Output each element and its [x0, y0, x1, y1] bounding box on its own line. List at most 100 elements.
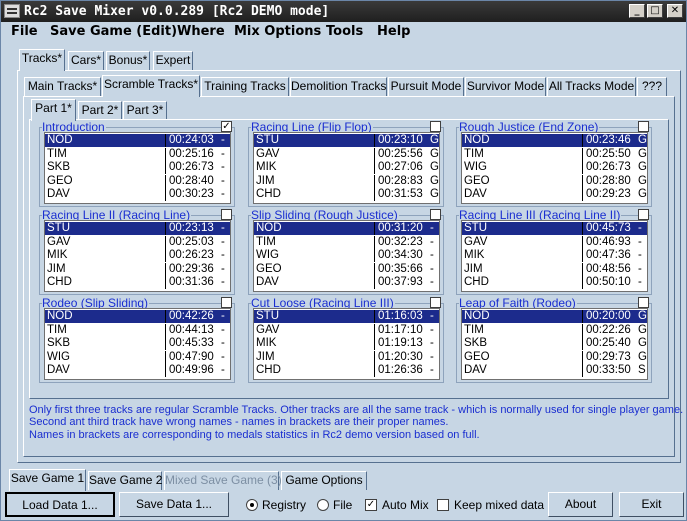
track-group-checkbox[interactable]	[221, 297, 232, 308]
tab-mixed-save-game[interactable]: Mixed Save Game (3)	[164, 471, 282, 490]
tab-training-tracks[interactable]: Training Tracks	[201, 77, 289, 96]
exit-button[interactable]: Exit	[619, 492, 684, 517]
tab-demolition-tracks[interactable]: Demolition Tracks	[290, 77, 387, 96]
list-item[interactable]: NOD 00:20:00 G	[462, 310, 647, 323]
menu-tools[interactable]: Tools	[326, 24, 363, 39]
tab-bonus[interactable]: Bonus*	[106, 51, 150, 70]
list-item[interactable]: MIK 00:26:23-	[45, 249, 230, 263]
list-item[interactable]: JIM 01:20:30-	[254, 350, 439, 364]
track-group-checkbox[interactable]	[430, 121, 441, 132]
tab-part-3[interactable]: Part 3*	[123, 101, 167, 120]
tab-part-1[interactable]: Part 1*	[31, 99, 76, 121]
tab-part-2[interactable]: Part 2*	[78, 101, 122, 120]
load-data-button[interactable]: Load Data 1...	[5, 492, 115, 517]
list-item[interactable]: TIM 00:22:26 G	[462, 323, 647, 337]
tab-all-tracks-mode[interactable]: All Tracks Mode	[547, 77, 636, 96]
list-item[interactable]: GEO 00:35:66-	[254, 262, 439, 276]
list-item[interactable]: DAV 00:29:23 G	[462, 188, 647, 202]
track-group-checkbox[interactable]	[638, 209, 649, 220]
list-item[interactable]: GEO 00:28:40-	[45, 174, 230, 188]
list-item[interactable]: STU 01:16:03-	[254, 310, 439, 323]
maximize-icon[interactable]: □	[647, 4, 663, 18]
tab-pursuit-mode[interactable]: Pursuit Mode	[388, 77, 464, 96]
list-item[interactable]: SKB 00:25:40 G	[462, 337, 647, 351]
menu-help[interactable]: Help	[377, 24, 410, 39]
list-item[interactable]: JIM 00:29:36-	[45, 262, 230, 276]
file-radio[interactable]	[317, 499, 329, 511]
keep-mixed-label[interactable]: Keep mixed data	[454, 498, 544, 512]
times-list[interactable]: STU 01:16:03- GAV 01:17:10- MIK 01:19:13- JIM 0…	[253, 308, 440, 380]
list-item[interactable]: NOD 00:31:20-	[254, 222, 439, 235]
times-list[interactable]: STU 00:23:10 G GAV 00:25:56 G MIK 00:27:06 G JIM 0…	[253, 132, 440, 204]
list-item[interactable]: GAV 01:17:10-	[254, 323, 439, 337]
list-item[interactable]: TIM 00:44:13-	[45, 323, 230, 337]
list-item[interactable]: GAV 00:25:56 G	[254, 147, 439, 161]
list-item[interactable]: DAV 00:30:23-	[45, 188, 230, 202]
tab-unknown[interactable]: ???	[637, 77, 667, 96]
list-item[interactable]: NOD 00:23:46 G	[462, 134, 647, 147]
list-item[interactable]: CHD 00:31:53 G	[254, 188, 439, 202]
list-item[interactable]: WIG 00:26:73 G	[462, 161, 647, 175]
list-item[interactable]: GEO 00:28:80 G	[462, 174, 647, 188]
track-group-checkbox[interactable]	[221, 209, 232, 220]
list-item[interactable]: CHD 00:31:36-	[45, 276, 230, 290]
list-item[interactable]: WIG 00:34:30-	[254, 249, 439, 263]
registry-label[interactable]: Registry	[262, 498, 306, 512]
list-item[interactable]: DAV 00:37:93-	[254, 276, 439, 290]
auto-mix-label[interactable]: Auto Mix	[382, 498, 429, 512]
tab-scramble-tracks[interactable]: Scramble Tracks*	[102, 75, 200, 97]
list-item[interactable]: TIM 00:25:50 G	[462, 147, 647, 161]
track-group-checkbox[interactable]	[430, 297, 441, 308]
list-item[interactable]: STU 00:23:13-	[45, 222, 230, 235]
close-icon[interactable]: ✕	[667, 4, 683, 18]
tab-cars[interactable]: Cars*	[68, 51, 104, 70]
title-bar[interactable]: Rc2 Save Mixer v0.0.289 [Rc2 DEMO mode] …	[1, 1, 686, 22]
app-icon[interactable]	[4, 4, 20, 18]
list-item[interactable]: JIM 00:48:56-	[462, 262, 647, 276]
list-item[interactable]: MIK 00:27:06 G	[254, 161, 439, 175]
list-item[interactable]: NOD 00:24:03-	[45, 134, 230, 147]
auto-mix-checkbox[interactable]: ✓	[365, 499, 377, 511]
list-item[interactable]: CHD 01:26:36-	[254, 364, 439, 378]
tab-survivor-mode[interactable]: Survivor Mode	[465, 77, 546, 96]
menu-mix-options[interactable]: Mix Options	[234, 24, 321, 39]
track-group-checkbox[interactable]: ✓	[221, 121, 232, 132]
times-list[interactable]: NOD 00:23:46 G TIM 00:25:50 G WIG 00:26:73 G GEO 0…	[461, 132, 648, 204]
list-item[interactable]: WIG 00:47:90-	[45, 350, 230, 364]
list-item[interactable]: SKB 00:26:73-	[45, 161, 230, 175]
tab-save-game-2[interactable]: Save Game 2	[88, 471, 162, 490]
list-item[interactable]: NOD 00:42:26-	[45, 310, 230, 323]
times-list[interactable]: STU 00:23:13- GAV 00:25:03- MIK 00:26:23- JIM 0…	[44, 220, 231, 292]
times-list[interactable]: NOD 00:42:26- TIM 00:44:13- SKB 00:45:33- WIG 0…	[44, 308, 231, 380]
list-item[interactable]: GAV 00:46:93-	[462, 235, 647, 249]
list-item[interactable]: SKB 00:45:33-	[45, 337, 230, 351]
list-item[interactable]: DAV 00:33:50 S	[462, 364, 647, 378]
list-item[interactable]: GAV 00:25:03-	[45, 235, 230, 249]
keep-mixed-checkbox[interactable]	[437, 499, 449, 511]
about-button[interactable]: About	[548, 492, 613, 517]
times-list[interactable]: NOD 00:20:00 G TIM 00:22:26 G SKB 00:25:40 G GEO 0…	[461, 308, 648, 380]
list-item[interactable]: MIK 00:47:36-	[462, 249, 647, 263]
track-group-checkbox[interactable]	[638, 297, 649, 308]
registry-radio[interactable]	[246, 499, 258, 511]
track-group-checkbox[interactable]	[638, 121, 649, 132]
save-data-button[interactable]: Save Data 1...	[119, 492, 229, 517]
tab-tracks[interactable]: Tracks*	[19, 49, 65, 71]
tab-expert[interactable]: Expert	[153, 51, 193, 70]
list-item[interactable]: MIK 01:19:13-	[254, 337, 439, 351]
minimize-icon[interactable]: _	[629, 4, 645, 18]
track-group-checkbox[interactable]	[430, 209, 441, 220]
times-list[interactable]: NOD 00:31:20- TIM 00:32:23- WIG 00:34:30- GEO 0…	[253, 220, 440, 292]
list-item[interactable]: DAV 00:49:96-	[45, 364, 230, 378]
list-item[interactable]: JIM 00:28:83 G	[254, 174, 439, 188]
list-item[interactable]: GEO 00:29:73 G	[462, 350, 647, 364]
tab-main-tracks[interactable]: Main Tracks*	[24, 77, 101, 96]
list-item[interactable]: TIM 00:25:16-	[45, 147, 230, 161]
file-label[interactable]: File	[333, 498, 352, 512]
menu-file[interactable]: File	[11, 24, 38, 39]
tab-game-options[interactable]: Game Options	[281, 471, 367, 490]
list-item[interactable]: CHD 00:50:10-	[462, 276, 647, 290]
list-item[interactable]: STU 00:45:73-	[462, 222, 647, 235]
times-list[interactable]: STU 00:45:73- GAV 00:46:93- MIK 00:47:36- JIM 0…	[461, 220, 648, 292]
list-item[interactable]: STU 00:23:10 G	[254, 134, 439, 147]
